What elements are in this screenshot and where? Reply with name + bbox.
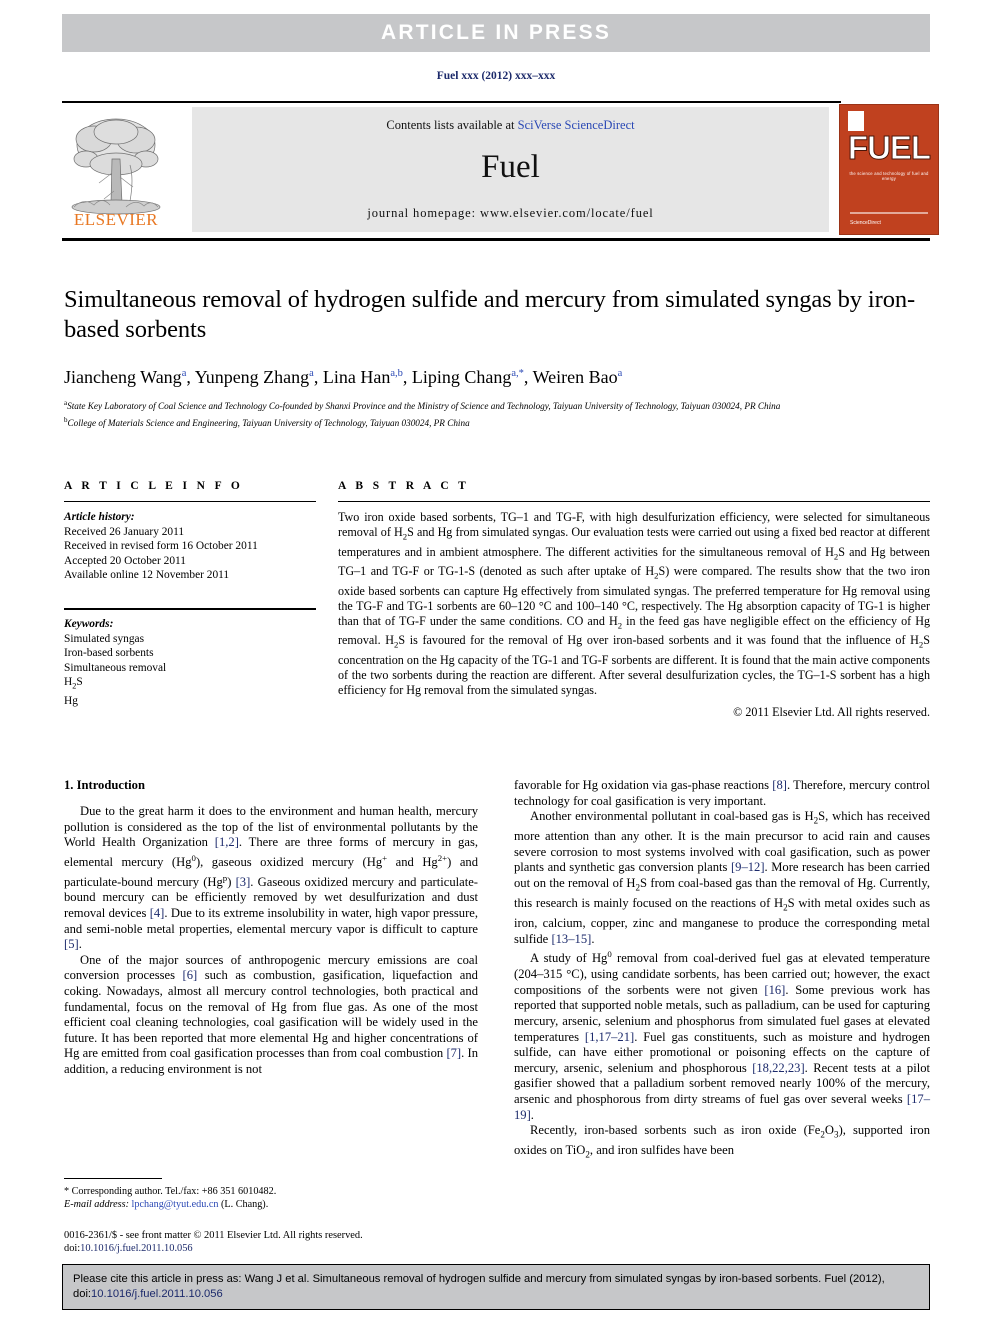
affiliation-a: aState Key Laboratory of Coal Science an…: [64, 397, 930, 413]
article-info-heading: A R T I C L E I N F O: [64, 480, 244, 492]
author-list: Jiancheng Wanga, Yunpeng Zhanga, Lina Ha…: [64, 367, 623, 387]
masthead-top-rule: [62, 101, 841, 103]
paragraph: Another environmental pollutant in coal-…: [514, 809, 930, 946]
keyword-item: Iron-based sorbents: [64, 647, 154, 660]
paragraph: One of the major sources of anthropogeni…: [64, 952, 478, 1076]
article-info-column: A R T I C L E I N F O Article history: R…: [64, 480, 316, 709]
contents-available-line: Contents lists available at SciVerse Sci…: [192, 118, 829, 133]
keyword-item: Simulated syngas: [64, 632, 145, 645]
paragraph: A study of Hg0 removal from coal-derived…: [514, 949, 930, 1122]
issn-line: 0016-2361/$ - see front matter © 2011 El…: [64, 1230, 363, 1241]
sciencedirect-link[interactable]: SciVerse ScienceDirect: [518, 118, 635, 132]
journal-title: Fuel: [481, 149, 540, 185]
abstract-text: Two iron oxide based sorbents, TG–1 and …: [338, 510, 930, 697]
cite-doi-link[interactable]: 10.1016/j.fuel.2011.10.056: [91, 1288, 223, 1300]
corresponding-author-note: * Corresponding author. Tel./fax: +86 35…: [64, 1186, 277, 1197]
keyword-item: Hg: [64, 695, 78, 708]
cover-elsevier-mark-icon: [848, 111, 864, 131]
email-link[interactable]: lpchang@tyut.edu.cn: [132, 1199, 219, 1210]
cover-subtitle: the science and technology of fuel and e…: [849, 171, 929, 181]
body-column-left: 1. Introduction Due to the great harm it…: [64, 778, 478, 1077]
affiliation-b: bCollege of Materials Science and Engine…: [64, 414, 930, 430]
issn-block: 0016-2361/$ - see front matter © 2011 El…: [64, 1229, 494, 1255]
abstract-column: A B S T R A C T Two iron oxide based sor…: [338, 480, 930, 720]
footnote-rule: [64, 1178, 162, 1179]
title-block: Simultaneous removal of hydrogen sulfide…: [64, 285, 930, 430]
page-title: Simultaneous removal of hydrogen sulfide…: [64, 286, 916, 343]
please-cite-text: Please cite this article in press as: Wa…: [63, 1265, 929, 1301]
running-head: Fuel xxx (2012) xxx–xxx: [436, 70, 556, 82]
footnote-block: * Corresponding author. Tel./fax: +86 35…: [64, 1178, 478, 1211]
email-label: E-mail address:: [64, 1199, 129, 1211]
journal-masthead: ELSEVIER Contents lists available at Sci…: [62, 101, 939, 241]
paragraph: favorable for Hg oxidation via gas-phase…: [514, 778, 931, 808]
doi-link[interactable]: 10.1016/j.fuel.2011.10.056: [80, 1243, 192, 1254]
journal-cover-thumbnail: FUEL the science and technology of fuel …: [839, 104, 939, 235]
article-info-rule: [64, 501, 316, 502]
affiliation-b-text: College of Materials Science and Enginee…: [67, 417, 470, 428]
article-in-press-label: ARTICLE IN PRESS: [380, 21, 612, 44]
paragraph: Due to the great harm it does to the env…: [64, 804, 479, 952]
contents-prefix: Contents lists available at: [386, 118, 518, 132]
keyword-item: H2S: [64, 676, 83, 691]
keywords-rule: [64, 607, 316, 610]
body-column-right: favorable for Hg oxidation via gas-phase…: [514, 778, 930, 1163]
affiliation-a-text: State Key Laboratory of Coal Science and…: [67, 401, 781, 412]
article-in-press-banner: ARTICLE IN PRESS: [62, 14, 930, 52]
history-online: Available online 12 November 2011: [64, 569, 230, 582]
email-note: E-mail address: lpchang@tyut.edu.cn (L. …: [64, 1198, 478, 1211]
keywords-label: Keywords:: [64, 617, 114, 630]
doi-line: doi:10.1016/j.fuel.2011.10.056: [64, 1242, 494, 1255]
history-received: Received 26 January 2011: [64, 525, 185, 538]
abstract-rule: [338, 501, 930, 502]
history-revised: Received in revised form 16 October 2011: [64, 540, 258, 553]
elsevier-wordmark: ELSEVIER: [73, 210, 159, 229]
journal-homepage-line[interactable]: journal homepage: www.elsevier.com/locat…: [192, 206, 829, 221]
email-owner: (L. Chang).: [221, 1199, 269, 1211]
cover-divider: [850, 212, 928, 214]
paragraph: Recently, iron-based sorbents such as ir…: [514, 1123, 931, 1160]
cover-footer: ScienceDirect: [850, 220, 881, 226]
article-page: ARTICLE IN PRESS Fuel xxx (2012) xxx–xxx: [0, 0, 992, 1323]
please-cite-box: Please cite this article in press as: Wa…: [62, 1264, 930, 1310]
abstract-copyright: © 2011 Elsevier Ltd. All rights reserved…: [733, 705, 930, 720]
affiliation-list: aState Key Laboratory of Coal Science an…: [64, 397, 930, 429]
abstract-heading: A B S T R A C T: [338, 480, 470, 492]
masthead-bottom-rule: [62, 238, 930, 241]
history-accepted: Accepted 20 October 2011: [64, 554, 186, 567]
journal-contents-box: Contents lists available at SciVerse Sci…: [192, 107, 829, 232]
section-heading-introduction: 1. Introduction: [64, 778, 145, 792]
keyword-item: Simultaneous removal: [64, 661, 167, 674]
doi-label: doi:: [64, 1243, 81, 1255]
cover-title: FUEL: [847, 129, 931, 167]
article-history-label: Article history:: [64, 511, 135, 523]
elsevier-tree-logo: ELSEVIER: [66, 107, 166, 232]
